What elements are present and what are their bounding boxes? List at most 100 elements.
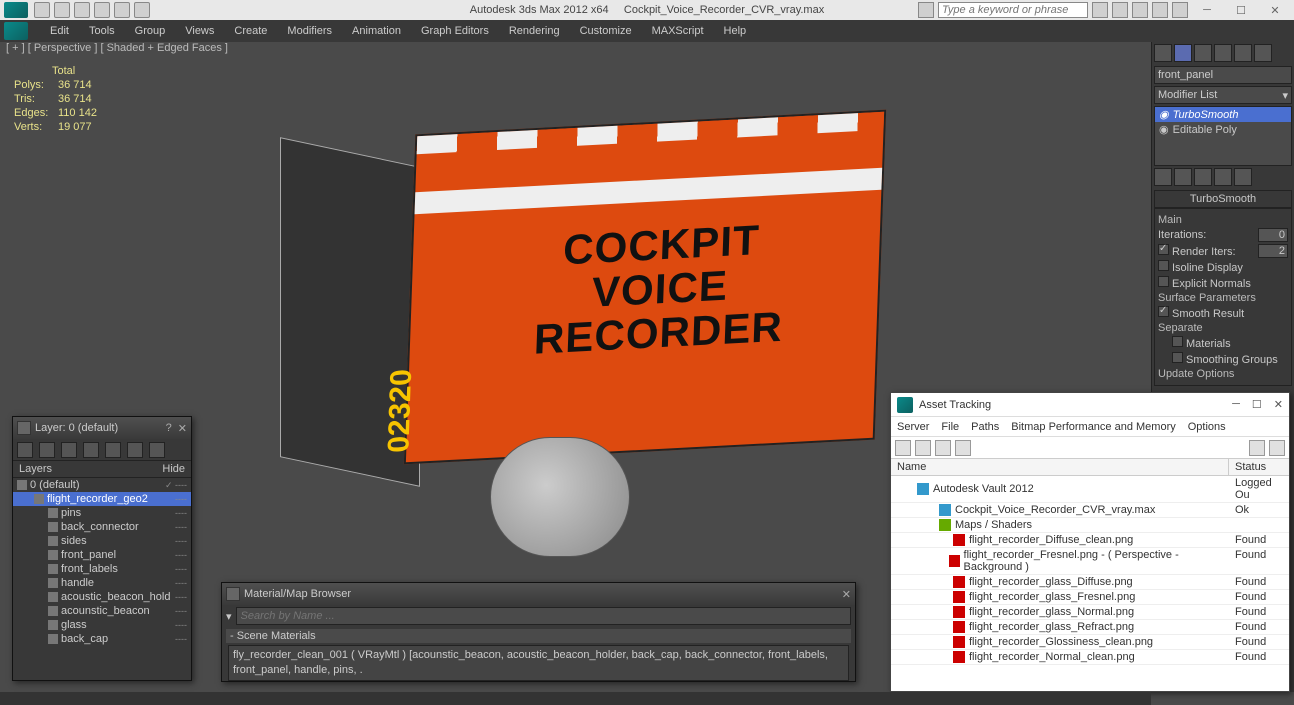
qat-link-icon[interactable]	[134, 2, 150, 18]
select-layer-icon[interactable]	[83, 442, 99, 458]
modifier-editable-poly[interactable]: ◉Editable Poly	[1155, 122, 1291, 137]
modifier-stack[interactable]: ◉TurboSmooth◉Editable Poly	[1154, 106, 1292, 166]
asset-col-status[interactable]: Status	[1229, 459, 1289, 475]
viewport-label[interactable]: [ + ] [ Perspective ] [ Shaded + Edged F…	[6, 42, 228, 54]
lightbulb-icon[interactable]: ◉	[1159, 108, 1169, 121]
layer-panel-close-icon[interactable]: ✕	[178, 422, 187, 435]
material-search-menu-icon[interactable]: ▾	[226, 610, 232, 623]
layer-row[interactable]: back_cap ----	[13, 632, 191, 646]
layer-row[interactable]: flight_recorder_geo2 ----	[13, 492, 191, 506]
new-layer-icon[interactable]	[17, 442, 33, 458]
asset-maximize-button[interactable]: ☐	[1252, 398, 1262, 411]
layer-panel-help-icon[interactable]: ?	[166, 422, 172, 435]
layer-tree[interactable]: 0 (default)✓ ----flight_recorder_geo2 --…	[13, 478, 191, 658]
isoline-checkbox[interactable]	[1158, 260, 1169, 271]
render-iters-spinner[interactable]: 2	[1258, 244, 1288, 258]
app-icon[interactable]	[4, 2, 28, 18]
lightbulb-icon[interactable]: ◉	[1159, 123, 1169, 136]
hierarchy-tab-icon[interactable]	[1194, 44, 1212, 62]
help-icon[interactable]	[1172, 2, 1188, 18]
layer-panel-titlebar[interactable]: Layer: 0 (default) ? ✕	[13, 417, 191, 439]
layer-row[interactable]: glass ----	[13, 618, 191, 632]
material-search-input[interactable]	[236, 607, 851, 625]
utilities-tab-icon[interactable]	[1254, 44, 1272, 62]
maximize-button[interactable]: ☐	[1226, 2, 1256, 18]
asset-row[interactable]: flight_recorder_Normal_clean.pngFound	[891, 650, 1289, 665]
modify-tab-icon[interactable]	[1174, 44, 1192, 62]
asset-settings-icon[interactable]	[1269, 440, 1285, 456]
exchange-icon[interactable]	[1132, 2, 1148, 18]
asset-row[interactable]: flight_recorder_glass_Normal.pngFound	[891, 605, 1289, 620]
asset-row[interactable]: flight_recorder_glass_Fresnel.pngFound	[891, 590, 1289, 605]
smooth-result-checkbox[interactable]	[1158, 306, 1169, 317]
layer-row[interactable]: sides ----	[13, 534, 191, 548]
explicit-normals-checkbox[interactable]	[1158, 276, 1169, 287]
asset-view3-icon[interactable]	[955, 440, 971, 456]
qat-open-icon[interactable]	[54, 2, 70, 18]
asset-help-icon[interactable]	[1249, 440, 1265, 456]
render-iters-checkbox[interactable]	[1158, 244, 1169, 255]
help-search-input[interactable]	[938, 2, 1088, 18]
motion-tab-icon[interactable]	[1214, 44, 1232, 62]
asset-view1-icon[interactable]	[915, 440, 931, 456]
pin-stack-icon[interactable]	[1154, 168, 1172, 186]
layer-row[interactable]: back_connector ----	[13, 520, 191, 534]
remove-modifier-icon[interactable]	[1214, 168, 1232, 186]
layer-row[interactable]: front_labels ----	[13, 562, 191, 576]
application-menu-icon[interactable]	[4, 22, 28, 40]
materials-checkbox[interactable]	[1172, 336, 1183, 347]
make-unique-icon[interactable]	[1194, 168, 1212, 186]
qat-new-icon[interactable]	[34, 2, 50, 18]
menu-group[interactable]: Group	[125, 23, 176, 39]
modifier-turbosmooth[interactable]: ◉TurboSmooth	[1155, 107, 1291, 122]
infocenter-arrow-icon[interactable]	[918, 2, 934, 18]
create-tab-icon[interactable]	[1154, 44, 1172, 62]
highlight-layer-icon[interactable]	[105, 442, 121, 458]
asset-menu-options[interactable]: Options	[1188, 421, 1226, 433]
close-button[interactable]: ✕	[1260, 2, 1290, 18]
asset-row[interactable]: flight_recorder_Specular_clean.pngFound	[891, 665, 1289, 666]
freeze-layer-icon[interactable]	[149, 442, 165, 458]
asset-refresh-icon[interactable]	[895, 440, 911, 456]
asset-row[interactable]: flight_recorder_Glossiness_clean.pngFoun…	[891, 635, 1289, 650]
asset-menu-server[interactable]: Server	[897, 421, 929, 433]
material-browser-titlebar[interactable]: Material/Map Browser ✕	[222, 583, 855, 605]
iterations-spinner[interactable]: 0	[1258, 228, 1288, 242]
asset-row[interactable]: flight_recorder_Fresnel.png - ( Perspect…	[891, 548, 1289, 575]
configure-sets-icon[interactable]	[1234, 168, 1252, 186]
layer-row[interactable]: acoustic_beacon_hold ----	[13, 590, 191, 604]
asset-row[interactable]: flight_recorder_glass_Diffuse.pngFound	[891, 575, 1289, 590]
layer-row[interactable]: pins ----	[13, 506, 191, 520]
scene-materials-header[interactable]: - Scene Materials	[226, 629, 851, 643]
layer-col-layers[interactable]: Layers	[19, 463, 52, 475]
asset-row[interactable]: Autodesk Vault 2012Logged Ou	[891, 476, 1289, 503]
menu-modifiers[interactable]: Modifiers	[277, 23, 342, 39]
menu-views[interactable]: Views	[175, 23, 224, 39]
asset-menu-bitmap-performance-and-memory[interactable]: Bitmap Performance and Memory	[1011, 421, 1175, 433]
material-browser-close-icon[interactable]: ✕	[842, 588, 851, 601]
asset-row[interactable]: flight_recorder_glass_Refract.pngFound	[891, 620, 1289, 635]
delete-layer-icon[interactable]	[39, 442, 55, 458]
timeline-scrollbar[interactable]	[0, 692, 1151, 705]
add-to-layer-icon[interactable]	[61, 442, 77, 458]
menu-rendering[interactable]: Rendering	[499, 23, 570, 39]
menu-tools[interactable]: Tools	[79, 23, 125, 39]
asset-list[interactable]: Autodesk Vault 2012Logged OuCockpit_Voic…	[891, 476, 1289, 666]
menu-help[interactable]: Help	[714, 23, 757, 39]
subscription-icon[interactable]	[1112, 2, 1128, 18]
display-tab-icon[interactable]	[1234, 44, 1252, 62]
qat-undo-icon[interactable]	[94, 2, 110, 18]
asset-row[interactable]: Cockpit_Voice_Recorder_CVR_vray.maxOk	[891, 503, 1289, 518]
layer-row[interactable]: front_panel ----	[13, 548, 191, 562]
favorites-icon[interactable]	[1152, 2, 1168, 18]
smoothing-groups-checkbox[interactable]	[1172, 352, 1183, 363]
layer-row[interactable]: 0 (default)✓ ----	[13, 478, 191, 492]
asset-row[interactable]: Maps / Shaders	[891, 518, 1289, 533]
scene-materials-list[interactable]: fly_recorder_clean_001 ( VRayMtl ) [acou…	[228, 645, 849, 681]
modifier-list-dropdown[interactable]: Modifier List ▾	[1154, 86, 1292, 104]
asset-close-button[interactable]: ✕	[1274, 398, 1283, 411]
material-item[interactable]: glass ( VRayMtl ) [glass]	[233, 678, 844, 681]
object-name-field[interactable]	[1154, 66, 1292, 84]
material-item[interactable]: fly_recorder_clean_001 ( VRayMtl ) [acou…	[233, 648, 844, 678]
menu-graph-editors[interactable]: Graph Editors	[411, 23, 499, 39]
